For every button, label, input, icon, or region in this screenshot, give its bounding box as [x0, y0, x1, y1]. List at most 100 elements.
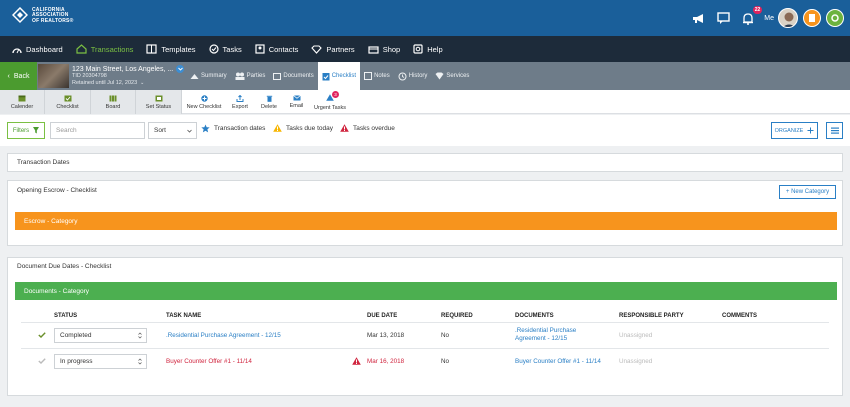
view-calendar-button[interactable]: Calender — [0, 90, 45, 114]
tab-services[interactable]: Services — [431, 62, 473, 90]
status-select[interactable]: Completed — [54, 328, 147, 343]
task-name-link[interactable]: Buyer Counter Offer #1 - 11/14 — [166, 358, 252, 366]
view-checklist-button[interactable]: Checklist — [45, 90, 91, 114]
new-checklist-button[interactable]: New Checklist — [182, 90, 226, 114]
tasks-icon — [208, 44, 219, 54]
check-icon[interactable] — [38, 332, 46, 338]
nav-contacts[interactable]: Contacts — [255, 44, 298, 54]
responsible-party[interactable]: Unassigned — [619, 358, 652, 366]
export-icon — [236, 94, 244, 102]
filters-button[interactable]: Filters — [7, 122, 45, 139]
view-board-button[interactable]: Board — [91, 90, 136, 114]
megaphone-icon[interactable] — [690, 10, 706, 26]
panel-title: Transaction Dates — [17, 159, 70, 166]
filters-label: Filters — [12, 127, 30, 134]
tab-parties[interactable]: Parties — [231, 62, 270, 90]
checklist-icon — [322, 72, 330, 80]
check-icon[interactable] — [38, 358, 46, 364]
notes-icon — [364, 72, 373, 80]
tab-checklist[interactable]: Checklist — [317, 62, 361, 90]
tab-history[interactable]: History — [394, 62, 432, 90]
responsible-party[interactable]: Unassigned — [619, 332, 652, 340]
email-button[interactable]: Email — [284, 90, 309, 114]
documents-category-bar[interactable]: Documents - Category — [15, 282, 837, 300]
chevron-down-icon[interactable] — [176, 65, 185, 73]
star-icon — [201, 124, 210, 133]
due-date: Mar 13, 2018 — [367, 332, 405, 339]
parties-icon — [235, 72, 245, 80]
tab-notes[interactable]: Notes — [360, 62, 394, 90]
property-thumbnail — [38, 64, 69, 88]
status-value: In progress — [60, 358, 93, 365]
plus-circle-icon — [200, 94, 208, 102]
stepper-icon — [138, 358, 142, 365]
urgent-tasks-button[interactable]: 3 Urgent Tasks — [309, 90, 351, 114]
house-logo-icon — [12, 7, 28, 24]
nav-templates[interactable]: Templates — [146, 44, 196, 54]
checklist-toolbar: Calender Checklist Board Set Status New … — [0, 90, 850, 114]
panel-title: Document Due Dates - Checklist — [17, 263, 112, 270]
tab-documents[interactable]: Documents — [269, 62, 317, 90]
back-button[interactable]: ‹ Back — [0, 62, 37, 90]
nav-label: Shop — [382, 44, 401, 54]
nav-label: Help — [427, 44, 443, 54]
col-documents: DOCUMENTS — [515, 313, 554, 319]
trash-icon — [266, 95, 272, 102]
set-status-button[interactable]: Set Status — [136, 90, 182, 114]
row-separator — [21, 348, 829, 349]
export-button[interactable]: Export — [226, 90, 254, 114]
delete-button[interactable]: Delete — [254, 90, 284, 114]
zipforms-app-icon[interactable] — [803, 9, 821, 27]
funnel-icon — [33, 127, 40, 134]
tab-label: Services — [446, 73, 470, 79]
escrow-category-bar[interactable]: Escrow - Category — [15, 212, 837, 230]
document-link[interactable]: .Residential Purchase Agreement - 12/15 — [515, 327, 576, 343]
due-date: Mar 16, 2018 — [367, 358, 405, 365]
templates-icon — [146, 44, 157, 54]
new-category-button[interactable]: + New Category — [779, 185, 836, 199]
bell-icon[interactable]: 22 — [740, 6, 763, 26]
legend-label: Tasks overdue — [353, 124, 395, 132]
nav-label: Tasks — [222, 44, 242, 54]
me-menu-label[interactable]: Me — [764, 15, 774, 22]
nav-shop[interactable]: Shop — [368, 44, 401, 54]
nav-help[interactable]: Help — [413, 44, 443, 54]
services-icon — [435, 72, 444, 80]
task-name-link[interactable]: .Residential Purchase Agreement - 12/15 — [166, 332, 281, 340]
header-separator — [21, 322, 829, 323]
tab-label: Documents — [283, 73, 314, 79]
retained-chevron-icon[interactable]: ⌄ — [140, 80, 144, 87]
car-logo[interactable]: CALIFORNIA ASSOCIATION OF REALTORS® — [12, 7, 73, 25]
warning-red-icon — [340, 124, 349, 132]
nav-dashboard[interactable]: Dashboard — [12, 45, 63, 54]
back-label: Back — [13, 72, 30, 80]
contacts-icon — [255, 44, 265, 54]
tab-summary[interactable]: Summary — [186, 62, 231, 90]
tool-label: Set Status — [145, 103, 172, 110]
stepper-icon — [138, 332, 142, 339]
menu-button[interactable] — [826, 122, 843, 139]
transaction-id: TID 20304798 — [72, 73, 107, 79]
avatar[interactable] — [778, 8, 798, 28]
overdue-warning-icon — [352, 357, 361, 365]
organize-button[interactable]: ORGANIZE — [771, 122, 818, 139]
tool-label: New Checklist — [186, 103, 222, 110]
required-value: No — [441, 332, 450, 339]
tool-label: Board — [105, 103, 121, 110]
document-link[interactable]: Buyer Counter Offer #1 - 11/14 — [515, 358, 601, 366]
warning-yellow-icon — [273, 124, 282, 132]
nav-partners[interactable]: Partners — [311, 45, 355, 54]
apps-app-icon[interactable] — [826, 9, 844, 27]
search-input[interactable]: Search — [50, 122, 145, 139]
nav-tasks[interactable]: Tasks — [208, 44, 242, 54]
sort-select[interactable]: Sort — [148, 122, 197, 139]
checklist-view-icon — [64, 95, 71, 101]
required-value: No — [441, 358, 450, 365]
chat-icon[interactable] — [715, 10, 731, 26]
legend-transaction-dates: Transaction dates — [201, 124, 265, 133]
status-select[interactable]: In progress — [54, 354, 147, 369]
transaction-dates-panel[interactable]: Transaction Dates — [7, 153, 843, 172]
col-responsible-party: RESPONSIBLE PARTY — [619, 313, 684, 319]
nav-transactions[interactable]: Transactions — [76, 44, 133, 54]
nav-label: Dashboard — [26, 44, 63, 54]
